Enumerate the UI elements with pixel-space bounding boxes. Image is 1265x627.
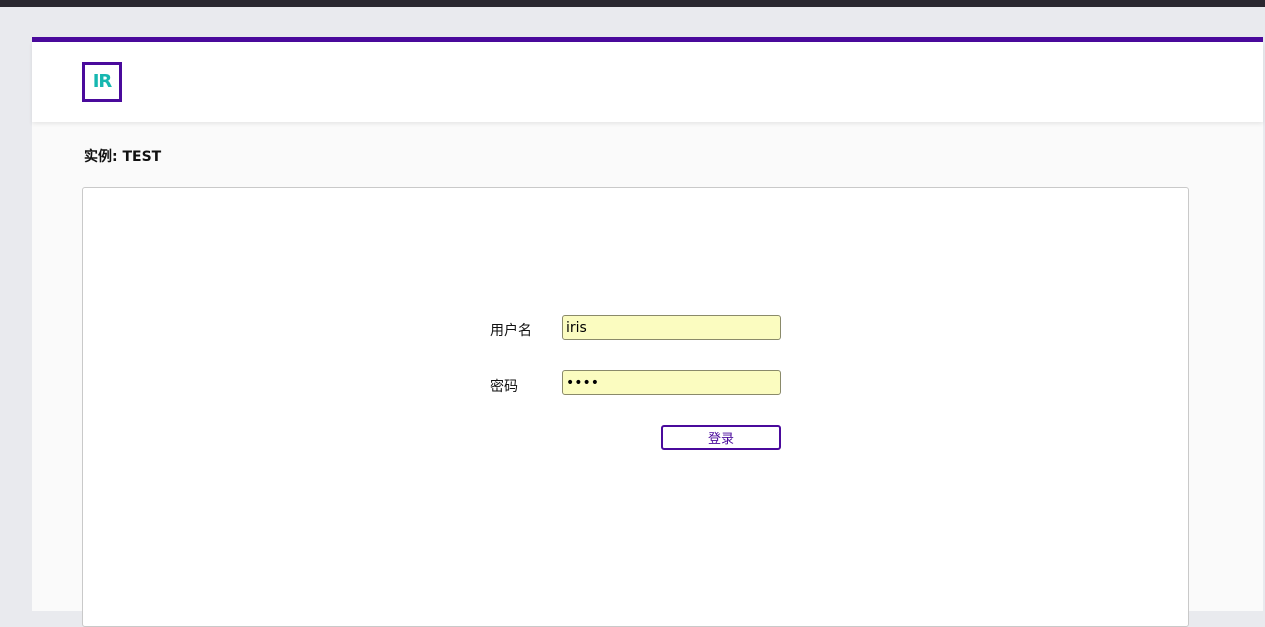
browser-top-strip [0, 0, 1265, 7]
header-bar: IR [32, 42, 1263, 122]
username-input[interactable] [562, 315, 781, 340]
login-button[interactable]: 登录 [661, 425, 781, 450]
password-input[interactable] [562, 370, 781, 395]
instance-label: 实例: [84, 149, 118, 165]
page-container: IR 实例: TEST 用户名 密码 登录 [32, 37, 1263, 627]
password-label: 密码 [490, 379, 518, 395]
app-logo[interactable]: IR [82, 62, 122, 102]
instance-value: TEST [122, 149, 162, 165]
instance-info: 实例: TEST [84, 146, 161, 166]
login-panel: 用户名 密码 登录 [82, 187, 1189, 627]
username-label: 用户名 [490, 323, 532, 339]
logo-text: IR [92, 71, 113, 92]
